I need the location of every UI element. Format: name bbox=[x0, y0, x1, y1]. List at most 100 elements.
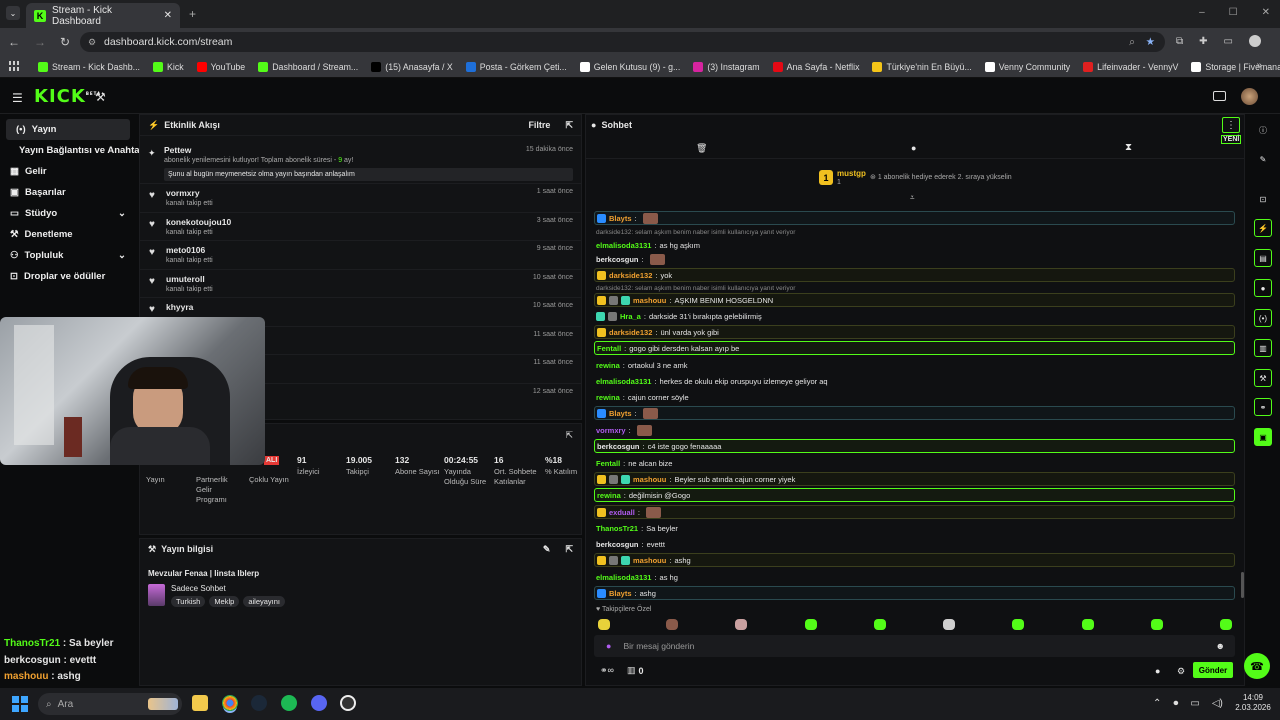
collapse-pinned-icon[interactable]: ⩡ bbox=[910, 193, 915, 203]
tray-chevron-icon[interactable]: ⌃ bbox=[1153, 698, 1161, 709]
chat-username[interactable]: elmalisoda3131 bbox=[596, 573, 651, 582]
sidebar-item-gelir[interactable]: ▦ Gelir bbox=[0, 161, 136, 182]
bookmark-item[interactable]: Lifeinvader - VennyV bbox=[1083, 62, 1178, 72]
tab-search-icon[interactable]: ⌄ bbox=[6, 6, 20, 20]
sidebar-item-stream-key[interactable]: Yayın Bağlantısı ve Anahtarı bbox=[0, 140, 146, 161]
chat-username[interactable]: darkside132 bbox=[609, 328, 652, 337]
browser-tab[interactable]: K Stream - Kick Dashboard ✕ bbox=[26, 3, 180, 28]
sidebar-item-yayin[interactable]: (•) Yayın bbox=[6, 119, 130, 140]
mic-icon[interactable]: ● bbox=[606, 641, 611, 651]
extension-icon[interactable]: ⧉ bbox=[1176, 36, 1183, 47]
media-icon[interactable]: ▥ bbox=[1254, 339, 1272, 357]
chat-message[interactable]: berkcosgun: c4 iste gogo fenaaaaa bbox=[594, 439, 1235, 453]
emote-icon[interactable] bbox=[805, 619, 817, 630]
chat-username[interactable]: Fentall bbox=[597, 344, 621, 353]
chat-message[interactable]: ThanosTr21: Sa beyler bbox=[594, 521, 1235, 535]
sidebar-item-topluluk[interactable]: ⚇ Topluluk ⌄ bbox=[0, 245, 136, 266]
popout-icon[interactable]: ⇱ bbox=[565, 430, 573, 441]
tools-icon[interactable]: ⚒ bbox=[1254, 369, 1272, 387]
chat-bubble-icon[interactable]: ● bbox=[1155, 666, 1160, 676]
emote-icon[interactable] bbox=[1220, 619, 1232, 630]
close-tab-icon[interactable]: ✕ bbox=[164, 10, 172, 21]
tag-chip[interactable]: Turkish bbox=[171, 596, 206, 607]
emote-icon[interactable] bbox=[598, 619, 610, 630]
chat-message[interactable]: Fentall: gogo gibi dersden kalsan ayıp be bbox=[594, 341, 1235, 355]
url-field[interactable]: ⚙ dashboard.kick.com/stream ⌕ ★ bbox=[80, 32, 1165, 52]
sidebar-item-denetleme[interactable]: ⚒ Denetleme bbox=[0, 224, 136, 245]
extensions-puzzle-icon[interactable]: ✚ bbox=[1199, 36, 1207, 47]
chat-username[interactable]: rewina bbox=[596, 361, 620, 370]
chat-username[interactable]: darkside132 bbox=[609, 271, 652, 280]
settings-gear-icon[interactable]: ⚙ bbox=[1177, 666, 1185, 677]
chat-icon[interactable]: ● bbox=[1254, 279, 1272, 297]
chat-username[interactable]: elmalisoda3131 bbox=[596, 377, 651, 386]
chat-menu-button[interactable]: ⋮ bbox=[1222, 117, 1240, 133]
activity-name[interactable]: khyyra bbox=[166, 302, 573, 312]
discord-icon[interactable] bbox=[311, 695, 327, 711]
reload-icon[interactable]: ↻ bbox=[60, 35, 70, 49]
bookmark-item[interactable]: Türkiye'nin En Büyü... bbox=[872, 62, 972, 72]
filter-button[interactable]: Filtre bbox=[528, 120, 550, 130]
chat-username[interactable]: vormxry bbox=[596, 426, 626, 435]
chat-scrollbar[interactable] bbox=[1241, 572, 1244, 598]
chat-message[interactable]: berkcosgun: bbox=[594, 252, 1235, 266]
support-chat-icon[interactable]: ☎ bbox=[1244, 653, 1270, 679]
spotify-icon[interactable] bbox=[281, 695, 297, 711]
broadcast-icon[interactable]: (•) bbox=[1254, 309, 1272, 327]
chat-username[interactable]: Blayts bbox=[609, 214, 632, 223]
chat-message[interactable]: elmalisoda3131: as hg bbox=[594, 570, 1235, 584]
info-icon[interactable]: ⓘ bbox=[1254, 121, 1272, 139]
taskbar-search[interactable]: ⌕ Ara bbox=[38, 693, 182, 715]
chat-message[interactable]: elmalisoda3131: as hg aşkım bbox=[594, 238, 1235, 252]
chat-username[interactable]: berkcosgun bbox=[597, 442, 640, 451]
chat-username[interactable]: mashouu bbox=[633, 296, 666, 305]
chat-message[interactable]: Fentall: ne alcan bize bbox=[594, 456, 1235, 470]
chat-username[interactable]: exduall bbox=[609, 508, 635, 517]
chat-message[interactable]: Hra_a: darkside 31'i bırakıpta gelebilirm… bbox=[594, 309, 1235, 323]
tag-chip[interactable]: Meklp bbox=[209, 596, 240, 607]
chat-username[interactable]: berkcosgun bbox=[596, 255, 639, 264]
sidebar-item-basarilar[interactable]: ▣ Başarılar bbox=[0, 182, 136, 203]
popout-icon[interactable]: ⇱ bbox=[565, 544, 573, 555]
new-tab-icon[interactable]: + bbox=[189, 7, 196, 21]
chat-message[interactable]: exduall: bbox=[594, 505, 1235, 519]
chat-username[interactable]: rewina bbox=[596, 393, 620, 402]
emoji-icon[interactable]: ☻ bbox=[1216, 641, 1225, 651]
activity-name[interactable]: umuteroll bbox=[166, 274, 573, 284]
pinned-user[interactable]: mustgp bbox=[837, 169, 866, 178]
site-info-icon[interactable]: ⚙ bbox=[88, 37, 96, 48]
chat-username[interactable]: ThanosTr21 bbox=[596, 524, 638, 533]
minimize-icon[interactable]: – bbox=[1199, 7, 1205, 18]
user-avatar[interactable] bbox=[1241, 88, 1258, 105]
chat-input[interactable]: ● Bir mesaj gönderin ☻ bbox=[594, 635, 1235, 657]
chat-message[interactable]: vormxry: bbox=[594, 423, 1235, 437]
chat-message[interactable]: darkside132: ünl varda yok gibi bbox=[594, 325, 1235, 339]
forward-icon[interactable]: → bbox=[34, 35, 46, 49]
chat-message[interactable]: rewina: ortaokul 3 ne amk bbox=[594, 358, 1235, 372]
emote-icon[interactable] bbox=[1012, 619, 1024, 630]
activity-name[interactable]: meto0106 bbox=[166, 245, 573, 255]
hourglass-icon[interactable]: ⧗ bbox=[1125, 142, 1132, 153]
chevron-down-icon[interactable]: ⌄ bbox=[118, 208, 126, 219]
bookmark-item[interactable]: Gelen Kutusu (9) - g... bbox=[579, 62, 680, 72]
chat-username[interactable]: berkcosgun bbox=[596, 540, 639, 549]
sidebar-item-studyo[interactable]: ▭ Stüdyo ⌄ bbox=[0, 203, 136, 224]
chat-username[interactable]: Hra_a bbox=[620, 312, 641, 321]
chat-message[interactable]: berkcosgun: evettt bbox=[594, 537, 1235, 551]
document-icon[interactable]: ▤ bbox=[1254, 249, 1272, 267]
bookmark-item[interactable]: Dashboard / Stream... bbox=[258, 62, 358, 72]
edit-icon[interactable]: ✎ bbox=[1254, 150, 1272, 168]
bookmark-item[interactable]: YouTube bbox=[196, 62, 245, 72]
chat-message[interactable]: darkside132: yok bbox=[594, 268, 1235, 282]
wallet-icon[interactable] bbox=[1213, 91, 1226, 101]
chat-username[interactable]: Fentall bbox=[596, 459, 620, 468]
hamburger-menu-icon[interactable]: ☰ bbox=[12, 91, 23, 105]
chrome-icon[interactable] bbox=[222, 695, 238, 711]
chat-username[interactable]: Blayts bbox=[609, 589, 632, 598]
emote-icon[interactable] bbox=[1082, 619, 1094, 630]
clock[interactable]: 14:09 2.03.2026 bbox=[1232, 693, 1274, 713]
loop-icon[interactable]: ⚭∞ bbox=[600, 665, 614, 676]
sidepanel-icon[interactable]: ▭ bbox=[1224, 36, 1233, 47]
chat-message[interactable]: mashouu: Beyler sub atında cajun corner y… bbox=[594, 472, 1235, 486]
windows-start-icon[interactable] bbox=[12, 696, 28, 712]
